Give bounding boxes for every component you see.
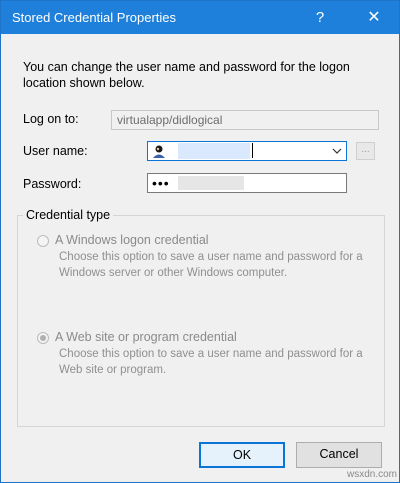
user-avatar-icon: [152, 144, 166, 158]
user-name-combobox[interactable]: [147, 141, 347, 161]
logon-location-field: virtualapp/didlogical: [111, 110, 379, 130]
text-cursor: [252, 143, 253, 158]
windows-logon-description: Choose this option to save a user name a…: [59, 251, 363, 279]
redacted-user-name: [178, 143, 250, 159]
browse-button[interactable]: ...: [356, 142, 375, 160]
web-program-description: Choose this option to save a user name a…: [59, 348, 363, 376]
intro-text: You can change the user name and passwor…: [23, 60, 350, 90]
windows-logon-radio[interactable]: [37, 235, 49, 247]
ok-button[interactable]: OK: [199, 442, 285, 468]
logon-label: Log on to:: [23, 112, 79, 126]
redacted-password: [178, 176, 244, 190]
password-field[interactable]: •••: [147, 173, 347, 193]
help-button[interactable]: ?: [297, 1, 343, 34]
chevron-down-icon[interactable]: [332, 147, 342, 155]
window-title: Stored Credential Properties: [12, 10, 177, 25]
web-program-radio[interactable]: [37, 332, 49, 344]
watermark-text: wsxdn.com: [347, 469, 398, 480]
cancel-button[interactable]: Cancel: [296, 442, 382, 468]
windows-logon-label: A Windows logon credential: [55, 233, 209, 247]
close-button[interactable]: ✕: [351, 1, 397, 34]
credential-type-legend: Credential type: [23, 208, 114, 222]
user-name-label: User name:: [23, 144, 88, 158]
title-bar: Stored Credential Properties ? ✕: [1, 1, 399, 34]
password-label: Password:: [23, 177, 82, 191]
password-mask: •••: [152, 175, 170, 191]
web-program-label: A Web site or program credential: [55, 330, 237, 344]
dialog-window: Stored Credential Properties ? ✕ You can…: [0, 0, 400, 483]
